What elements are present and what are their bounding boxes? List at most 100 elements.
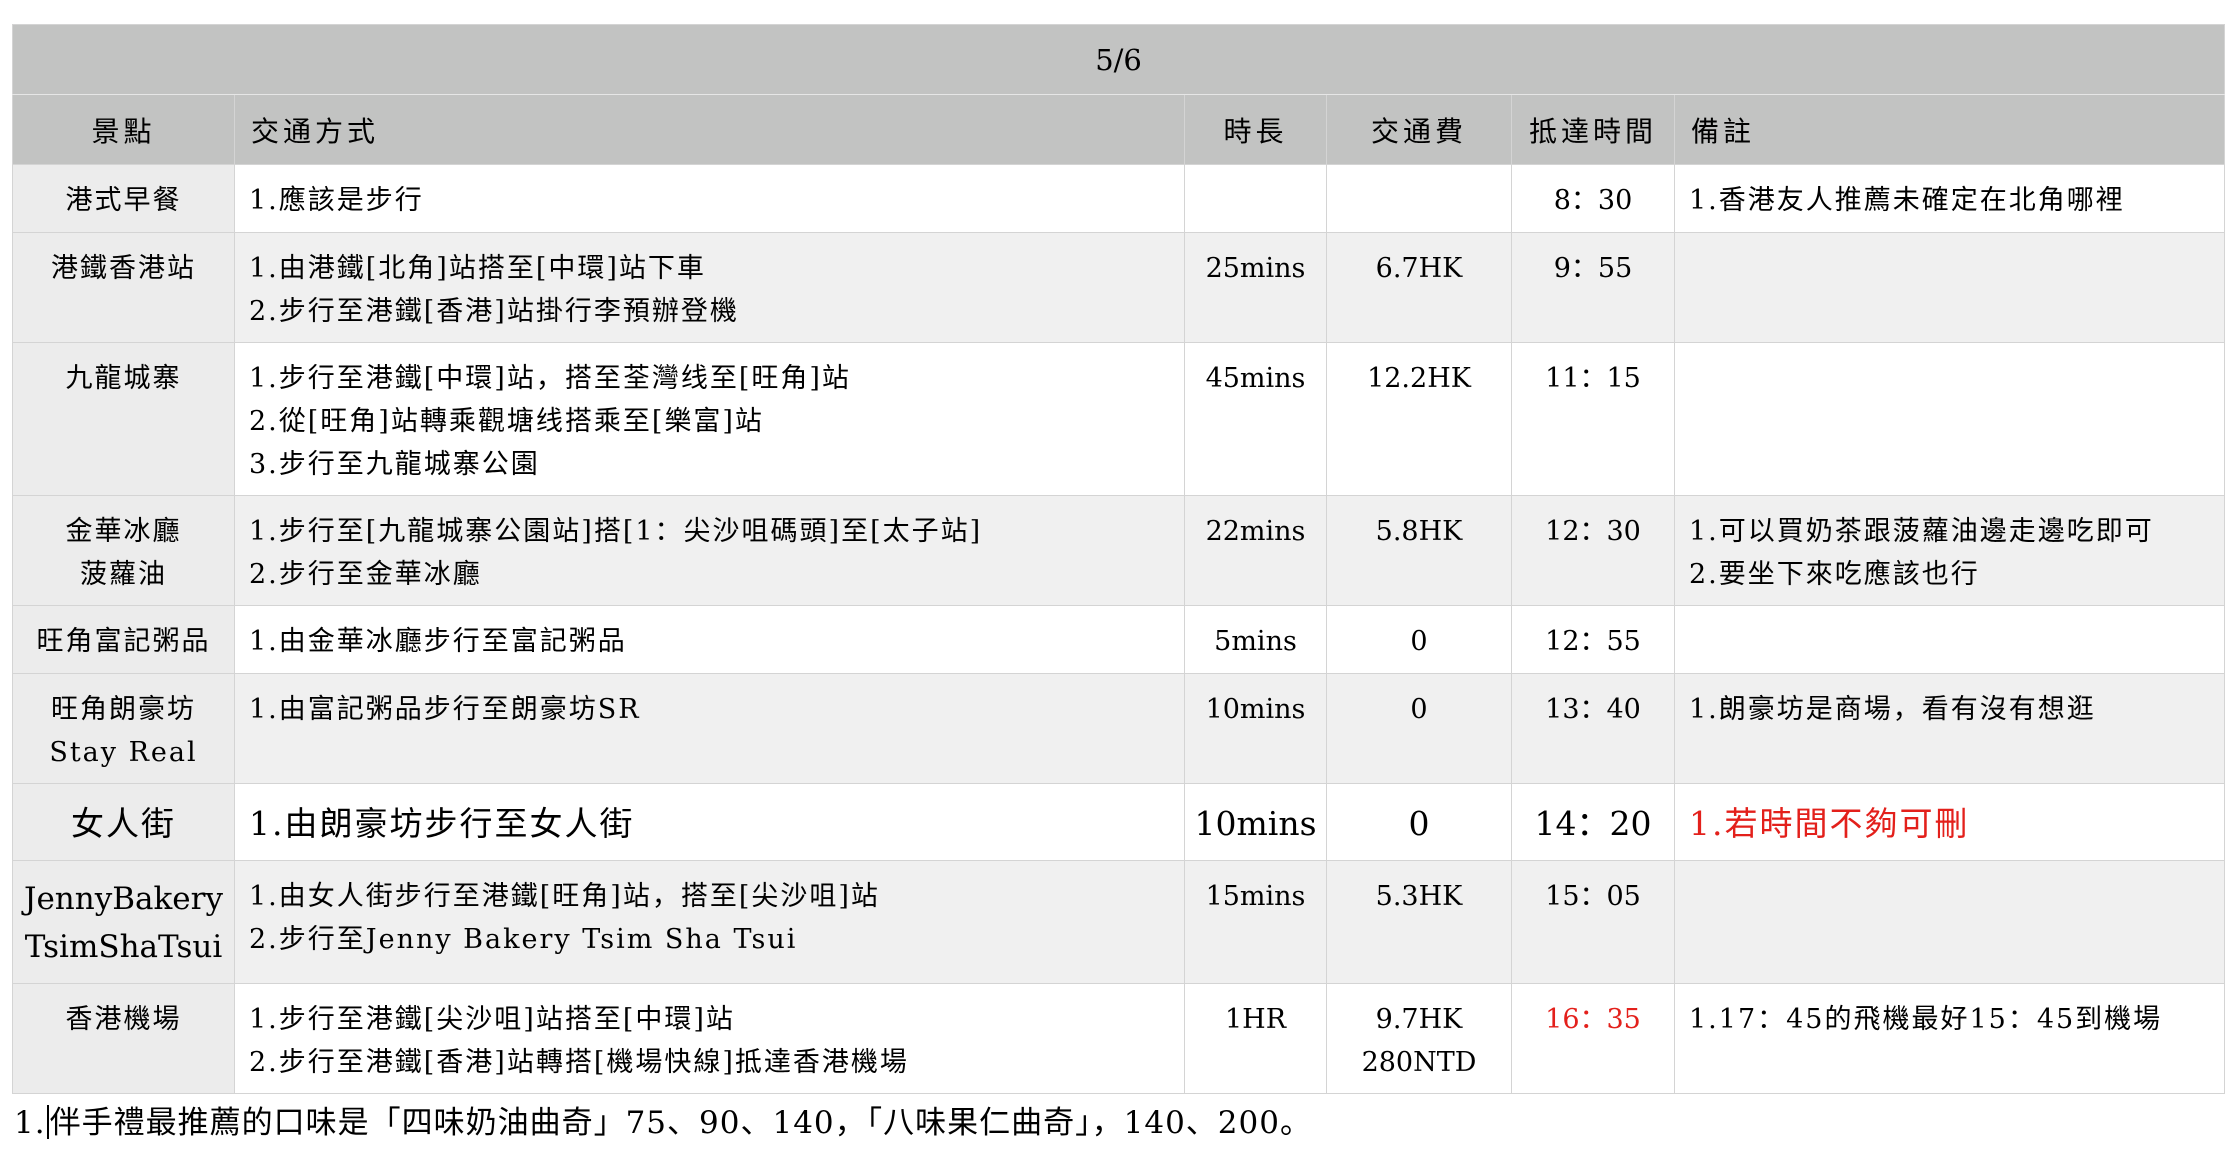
spot-name: 菠蘿油 (80, 559, 167, 590)
arrival-cell: 11：15 (1511, 342, 1675, 496)
spot-cell: 金華冰廳 菠蘿油 (12, 495, 235, 606)
spot-cell: JennyBakery TsimShaTsui (12, 860, 235, 984)
header-arrival: 抵達時間 (1511, 94, 1675, 165)
spot-name: 港鐵香港站 (51, 253, 196, 284)
fare-value: 0 (1410, 694, 1428, 725)
spot-name: TsimShaTsui (24, 929, 223, 965)
table-row: JennyBakery TsimShaTsui 1.由女人街步行至港鐵[旺角]站… (12, 860, 2226, 984)
spot-name: 女人街 (71, 804, 176, 843)
fare-value: 6.7HK (1375, 253, 1463, 284)
fare-cell: 5.8HK (1326, 495, 1512, 606)
transport-step: 1.由富記粥品步行至朗豪坊SR (249, 694, 641, 725)
souvenir-note: 1. 伴手禮最推薦的口味是「四味奶油曲奇」75、90、140，「八味果仁曲奇」，1… (14, 1097, 1312, 1142)
note-line: 1.香港友人推薦未確定在北角哪裡 (1689, 185, 2125, 216)
table-row: 金華冰廳 菠蘿油 1.步行至[九龍城寨公園站]搭[1：尖沙咀碼頭]至[太子站] … (12, 495, 2226, 606)
notes-cell (1673, 860, 2226, 984)
spot-name: JennyBakery (24, 881, 223, 917)
fare-value: 5.8HK (1375, 516, 1463, 547)
duration-cell: 10mins (1184, 783, 1327, 861)
duration-cell: 15mins (1184, 860, 1327, 984)
fare-cell: 9.7HK 280NTD (1326, 983, 1512, 1094)
transport-cell: 1.步行至港鐵[尖沙咀]站搭至[中環]站 2.步行至港鐵[香港]站轉搭[機場快線… (234, 983, 1185, 1094)
arrival-cell: 14：20 (1511, 783, 1675, 861)
date-cell: 5/6 (11, 24, 2226, 95)
duration-cell: 5mins (1184, 605, 1327, 674)
transport-cell: 1.由金華冰廳步行至富記粥品 (234, 605, 1185, 674)
table-row: 港式早餐 1.應該是步行 8：30 1.香港友人推薦未確定在北角哪裡 (12, 164, 2226, 233)
header-spot: 景點 (12, 94, 235, 165)
transport-cell: 1.由港鐵[北角]站搭至[中環]站下車 2.步行至港鐵[香港]站掛行李預辦登機 (234, 232, 1185, 343)
transport-cell: 1.步行至港鐵[中環]站，搭至荃灣线至[旺角]站 2.從[旺角]站轉乘觀塘线搭乘… (234, 342, 1185, 496)
duration-cell: 45mins (1184, 342, 1327, 496)
transport-cell: 1.步行至[九龍城寨公園站]搭[1：尖沙咀碼頭]至[太子站] 2.步行至金華冰廳 (234, 495, 1185, 606)
fare-value: 0 (1408, 804, 1430, 843)
spot-cell: 香港機場 (12, 983, 235, 1094)
note-line: 1.可以買奶茶跟菠蘿油邊走邊吃即可 (1689, 516, 2154, 547)
date-row: 5/6 (11, 24, 2226, 95)
arrival-cell: 9：55 (1511, 232, 1675, 343)
notes-cell: 1.朗豪坊是商場，看有沒有想逛 (1673, 673, 2226, 784)
notes-cell (1673, 232, 2226, 343)
spot-name: Stay Real (49, 737, 198, 768)
transport-step: 1.由金華冰廳步行至富記粥品 (249, 626, 627, 657)
spot-cell: 九龍城寨 (12, 342, 235, 496)
transport-step: 1.應該是步行 (249, 185, 424, 216)
transport-cell: 1.由女人街步行至港鐵[旺角]站，搭至[尖沙咀]站 2.步行至Jenny Bak… (234, 860, 1185, 984)
transport-step: 1.步行至港鐵[中環]站，搭至荃灣线至[旺角]站 (249, 363, 851, 394)
transport-step: 2.步行至金華冰廳 (249, 559, 482, 590)
transport-step: 2.步行至港鐵[香港]站轉搭[機場快線]抵達香港機場 (249, 1047, 909, 1078)
transport-step: 1.步行至港鐵[尖沙咀]站搭至[中環]站 (249, 1004, 735, 1035)
fare-cell: 5.3HK (1326, 860, 1512, 984)
fare-cell: 12.2HK (1326, 342, 1512, 496)
transport-step: 2.步行至港鐵[香港]站掛行李預辦登機 (249, 296, 739, 327)
fare-value: 12.2HK (1367, 363, 1471, 394)
fare-value: 280NTD (1361, 1047, 1477, 1078)
arrival-cell: 8：30 (1511, 164, 1675, 233)
table-row: 女人街 1.由朗豪坊步行至女人街 10mins 0 14：20 1.若時間不夠可… (12, 783, 2226, 861)
header-notes: 備註 (1673, 94, 2226, 165)
arrival-cell-highlight: 16：35 (1511, 983, 1675, 1094)
fare-cell: 0 (1326, 673, 1512, 784)
transport-step: 3.步行至九龍城寨公園 (249, 449, 540, 480)
spot-cell: 旺角朗豪坊 Stay Real (12, 673, 235, 784)
transport-cell: 1.由富記粥品步行至朗豪坊SR (234, 673, 1185, 784)
duration-cell: 22mins (1184, 495, 1327, 606)
arrival-cell: 12：55 (1511, 605, 1675, 674)
spot-name: 旺角富記粥品 (36, 626, 211, 657)
notes-cell: 1.17：45的飛機最好15：45到機場 (1673, 983, 2226, 1094)
arrival-cell: 13：40 (1511, 673, 1675, 784)
fare-value: 5.3HK (1375, 881, 1463, 912)
fare-cell: 6.7HK (1326, 232, 1512, 343)
table-row: 旺角富記粥品 1.由金華冰廳步行至富記粥品 5mins 0 12：55 (12, 605, 2226, 674)
notes-cell: 1.若時間不夠可刪 (1673, 783, 2226, 861)
transport-step: 2.步行至Jenny Bakery Tsim Sha Tsui (249, 924, 798, 955)
spot-cell: 港式早餐 (12, 164, 235, 233)
table-row: 港鐵香港站 1.由港鐵[北角]站搭至[中環]站下車 2.步行至港鐵[香港]站掛行… (12, 232, 2226, 343)
note-line: 1.17：45的飛機最好15：45到機場 (1689, 1004, 2163, 1035)
text-cursor (46, 1105, 49, 1139)
table-row: 九龍城寨 1.步行至港鐵[中環]站，搭至荃灣线至[旺角]站 2.從[旺角]站轉乘… (12, 342, 2226, 496)
header-row: 景點 交通方式 時長 交通費 抵達時間 備註 (12, 94, 2226, 165)
spot-cell: 港鐵香港站 (12, 232, 235, 343)
transport-step: 1.由朗豪坊步行至女人街 (249, 804, 635, 843)
header-transport: 交通方式 (234, 94, 1185, 165)
table-row: 香港機場 1.步行至港鐵[尖沙咀]站搭至[中環]站 2.步行至港鐵[香港]站轉搭… (12, 983, 2226, 1094)
spot-name: 港式早餐 (65, 185, 182, 216)
duration-cell: 1HR (1184, 983, 1327, 1094)
transport-step: 1.由女人街步行至港鐵[旺角]站，搭至[尖沙咀]站 (249, 881, 880, 912)
itinerary-table: 5/6 景點 交通方式 時長 交通費 抵達時間 備註 港式早餐 1.應該是步行 … (11, 24, 2226, 1094)
note-number: 1. (14, 1105, 46, 1141)
note-line: 1.朗豪坊是商場，看有沒有想逛 (1689, 694, 2096, 725)
duration-cell: 10mins (1184, 673, 1327, 784)
spot-name: 九龍城寨 (65, 363, 182, 394)
arrival-cell: 15：05 (1511, 860, 1675, 984)
fare-cell (1326, 164, 1512, 233)
spot-name: 旺角朗豪坊 (51, 694, 196, 725)
transport-step: 2.從[旺角]站轉乘觀塘线搭乘至[樂富]站 (249, 406, 764, 437)
arrival-cell: 12：30 (1511, 495, 1675, 606)
note-line-highlight: 1.若時間不夠可刪 (1689, 804, 1970, 843)
fare-cell: 0 (1326, 605, 1512, 674)
notes-cell (1673, 605, 2226, 674)
table-row: 旺角朗豪坊 Stay Real 1.由富記粥品步行至朗豪坊SR 10mins 0… (12, 673, 2226, 784)
transport-step: 1.由港鐵[北角]站搭至[中環]站下車 (249, 253, 706, 284)
